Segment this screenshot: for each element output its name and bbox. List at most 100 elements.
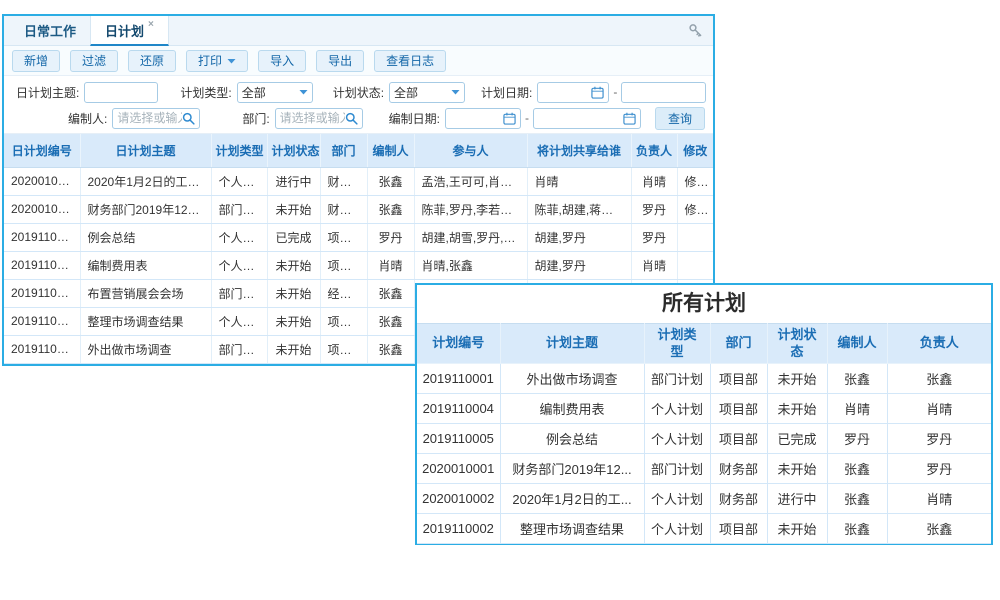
cell-subject[interactable]: 布置营销展会会场 xyxy=(80,279,211,307)
col-participants[interactable]: 参与人 xyxy=(414,134,527,167)
cell-dept: 财务部 xyxy=(710,484,767,514)
col-plan-id[interactable]: 日计划编号 xyxy=(4,134,80,167)
cell-owner[interactable]: 罗丹 xyxy=(631,223,677,251)
filter-button[interactable]: 过滤 xyxy=(70,50,118,72)
table-row: 2019110001 外出做市场调查 部门计划 项目部 未开始 张鑫 张鑫 xyxy=(417,364,991,394)
cell-plan-id: 2019110004 xyxy=(417,394,500,424)
cell-creator: 张鑫 xyxy=(367,307,414,335)
view-log-button[interactable]: 查看日志 xyxy=(374,50,446,72)
col-owner[interactable]: 负责人 xyxy=(631,134,677,167)
col-status: 计划状态 xyxy=(767,324,827,364)
cell-status: 未开始 xyxy=(267,195,320,223)
cell-subject: 例会总结 xyxy=(500,424,644,454)
cell-creator: 肖晴 xyxy=(827,394,887,424)
restore-button[interactable]: 还原 xyxy=(128,50,176,72)
cell-status: 未开始 xyxy=(767,394,827,424)
key-icon[interactable] xyxy=(688,23,703,38)
cell-status: 已完成 xyxy=(767,424,827,454)
add-button[interactable]: 新增 xyxy=(12,50,60,72)
cell-type: 个人计划 xyxy=(211,223,267,251)
search-icon[interactable] xyxy=(345,112,358,125)
plan-date-from-input[interactable] xyxy=(537,82,609,103)
cell-owner: 肖晴 xyxy=(887,484,991,514)
search-icon[interactable] xyxy=(182,112,195,125)
date-range-separator: - xyxy=(525,111,529,125)
cell-subject[interactable]: 整理市场调查结果 xyxy=(80,307,211,335)
tab-daily-plan[interactable]: 日计划 × xyxy=(90,16,169,46)
cell-subject[interactable]: 例会总结 xyxy=(80,223,211,251)
all-plans-title: 所有计划 xyxy=(417,285,991,323)
creator-input[interactable] xyxy=(112,108,200,129)
col-creator[interactable]: 编制人 xyxy=(367,134,414,167)
subject-input[interactable] xyxy=(84,82,158,103)
all-plans-table: 计划编号 计划主题 计划类型 部门 计划状态 编制人 负责人 201911000… xyxy=(417,323,991,544)
cell-plan-id[interactable]: 2019110004 xyxy=(4,251,80,279)
cell-type: 个人计划 xyxy=(644,424,710,454)
cell-edit-link[interactable]: 修改 xyxy=(677,195,713,223)
col-edit[interactable]: 修改 xyxy=(677,134,713,167)
print-button[interactable]: 打印 xyxy=(186,50,248,72)
cell-subject: 外出做市场调查 xyxy=(500,364,644,394)
cell-participants: 胡建,胡雪,罗丹,任晓... xyxy=(414,223,527,251)
cell-subject[interactable]: 编制费用表 xyxy=(80,251,211,279)
cell-owner[interactable]: 肖晴 xyxy=(631,251,677,279)
tab-label: 日常工作 xyxy=(24,21,76,40)
calendar-icon[interactable] xyxy=(591,86,604,99)
cell-owner: 罗丹 xyxy=(887,424,991,454)
calendar-icon[interactable] xyxy=(503,112,516,125)
type-label: 计划类型: xyxy=(180,84,231,101)
col-type[interactable]: 计划类型 xyxy=(211,134,267,167)
col-share-with[interactable]: 将计划共享给谁 xyxy=(527,134,631,167)
cell-dept: 项目部 xyxy=(320,307,367,335)
col-type: 计划类型 xyxy=(644,324,710,364)
cell-plan-id: 2019110002 xyxy=(417,514,500,544)
tab-daily-work[interactable]: 日常工作 xyxy=(10,16,90,45)
cell-plan-id[interactable]: 2020010002 xyxy=(4,167,80,195)
cell-owner: 罗丹 xyxy=(887,454,991,484)
cell-owner: 肖晴 xyxy=(887,394,991,424)
date-range-separator: - xyxy=(613,85,617,99)
chevron-down-icon xyxy=(451,89,460,95)
cell-plan-id[interactable]: 2019110003 xyxy=(4,279,80,307)
cell-edit-link[interactable]: 修改 xyxy=(677,167,713,195)
export-button[interactable]: 导出 xyxy=(316,50,364,72)
import-button[interactable]: 导入 xyxy=(258,50,306,72)
status-select[interactable]: 全部 xyxy=(389,82,465,103)
cell-dept: 经营部 xyxy=(320,279,367,307)
calendar-icon[interactable] xyxy=(623,112,636,125)
cell-plan-id[interactable]: 2019110005 xyxy=(4,223,80,251)
col-status[interactable]: 计划状态 xyxy=(267,134,320,167)
cell-plan-id[interactable]: 2019110002 xyxy=(4,307,80,335)
cell-subject: 财务部门2019年12... xyxy=(500,454,644,484)
create-date-from-input[interactable] xyxy=(445,108,521,129)
cell-type: 个人计划 xyxy=(211,167,267,195)
cell-status: 未开始 xyxy=(767,514,827,544)
cell-subject[interactable]: 外出做市场调查 xyxy=(80,335,211,363)
dept-input[interactable] xyxy=(275,108,363,129)
plan-date-to-input[interactable] xyxy=(621,82,706,103)
table-row: 2020010001 财务部门2019年12月的... 部门计划 未开始 财务部… xyxy=(4,195,713,223)
cell-status: 已完成 xyxy=(267,223,320,251)
cell-owner[interactable]: 肖晴 xyxy=(631,167,677,195)
tab-close-icon[interactable]: × xyxy=(148,19,154,30)
cell-subject: 编制费用表 xyxy=(500,394,644,424)
cell-status: 未开始 xyxy=(267,251,320,279)
cell-participants: 肖晴,张鑫 xyxy=(414,251,527,279)
tab-bar: 日常工作 日计划 × xyxy=(4,16,713,46)
table-header-row: 计划编号 计划主题 计划类型 部门 计划状态 编制人 负责人 xyxy=(417,324,991,364)
query-button[interactable]: 查询 xyxy=(655,107,705,130)
cell-subject[interactable]: 财务部门2019年12月的... xyxy=(80,195,211,223)
cell-plan-id[interactable]: 2020010001 xyxy=(4,195,80,223)
cell-creator: 张鑫 xyxy=(367,279,414,307)
type-select[interactable]: 全部 xyxy=(237,82,313,103)
status-label: 计划状态: xyxy=(333,84,384,101)
cell-creator: 张鑫 xyxy=(827,364,887,394)
cell-owner[interactable]: 罗丹 xyxy=(631,195,677,223)
cell-creator: 张鑫 xyxy=(827,514,887,544)
col-dept[interactable]: 部门 xyxy=(320,134,367,167)
cell-plan-id[interactable]: 2019110001 xyxy=(4,335,80,363)
cell-subject[interactable]: 2020年1月2日的工作日... xyxy=(80,167,211,195)
col-subject[interactable]: 日计划主题 xyxy=(80,134,211,167)
create-date-to-input[interactable] xyxy=(533,108,641,129)
cell-creator: 肖晴 xyxy=(367,251,414,279)
